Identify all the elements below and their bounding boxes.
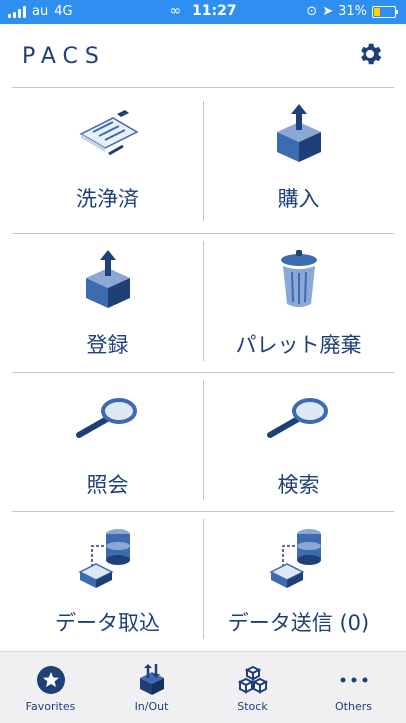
menu-item-purchase[interactable]: 購入 — [203, 87, 394, 225]
battery-icon — [372, 5, 398, 18]
magnifier-icon — [75, 398, 137, 438]
box-upload-icon — [276, 104, 321, 162]
app-logo: PACS — [22, 44, 106, 69]
more-dots-icon — [340, 677, 367, 683]
tab-favorites[interactable]: Favorites — [0, 652, 101, 723]
tab-label: Favorites — [25, 700, 76, 713]
grid-divider — [203, 519, 204, 639]
tab-others[interactable]: Others — [303, 652, 404, 723]
in-out-box-icon — [139, 664, 164, 695]
magnifier-icon — [266, 398, 328, 438]
trash-can-icon — [280, 250, 317, 307]
menu-item-label: データ送信 (0) — [227, 611, 370, 635]
database-import-icon — [77, 529, 130, 588]
app-header: PACS — [0, 24, 406, 86]
box-upload-icon — [85, 250, 130, 308]
tab-in-out[interactable]: In/Out — [101, 652, 202, 723]
grid-divider — [203, 241, 204, 361]
grid-divider — [203, 101, 204, 221]
database-send-icon — [268, 529, 321, 588]
tab-stock[interactable]: Stock — [202, 652, 303, 723]
clipboard-checklist-icon — [78, 110, 139, 156]
grid-divider — [12, 233, 394, 234]
menu-item-label: 購入 — [277, 187, 320, 211]
menu-item-label: データ取込 — [55, 611, 160, 635]
battery-percent: 31% — [338, 4, 367, 19]
menu-item-inquiry[interactable]: 照会 — [12, 373, 203, 511]
menu-item-register[interactable]: 登録 — [12, 233, 203, 371]
grid-divider — [12, 372, 394, 373]
clock: 11:27 — [191, 3, 237, 19]
menu-item-label: 洗浄済 — [76, 187, 139, 211]
menu-item-data-import[interactable]: データ取込 — [12, 511, 203, 649]
grid-divider — [203, 380, 204, 500]
tab-label: Stock — [237, 700, 268, 713]
settings-gear-icon[interactable] — [356, 40, 384, 68]
menu-item-label: 照会 — [86, 473, 129, 497]
stacked-boxes-icon — [237, 665, 268, 694]
tab-bar: Favorites In/Out Stock Others — [0, 651, 406, 723]
link-icon: ∞ — [169, 3, 182, 19]
status-bar: au 4G ∞ 11:27 ⊙ ➤ 31% — [0, 0, 406, 24]
menu-item-search[interactable]: 検索 — [203, 373, 394, 511]
star-icon — [36, 666, 65, 694]
grid-divider — [12, 511, 394, 512]
lock-rotation-icon: ⊙ — [306, 4, 318, 19]
menu-item-label: 検索 — [277, 473, 320, 497]
tab-label: In/Out — [134, 700, 169, 713]
menu-item-pallet-disposal[interactable]: パレット廃棄 — [203, 233, 394, 371]
tab-label: Others — [335, 700, 372, 713]
menu-item-label: 登録 — [86, 333, 129, 357]
menu-item-label: パレット廃棄 — [235, 333, 362, 357]
menu-item-cleaned[interactable]: 洗浄済 — [12, 87, 203, 225]
menu-item-data-send[interactable]: データ送信 (0) — [203, 511, 394, 649]
location-icon: ➤ — [322, 4, 334, 19]
